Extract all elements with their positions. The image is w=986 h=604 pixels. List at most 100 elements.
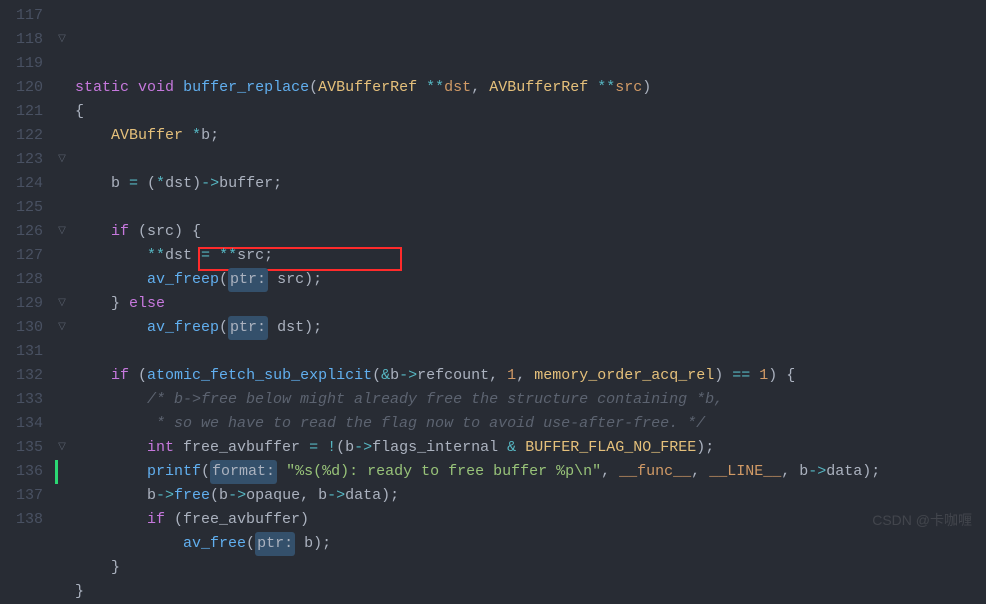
token-str: "%s(%d): ready to free buffer %p\n": [286, 460, 601, 484]
token-op: ==: [732, 364, 750, 388]
token-pun: b);: [295, 532, 331, 556]
code-line[interactable]: av_free(ptr: b);: [75, 532, 986, 556]
fold-marker[interactable]: ▽: [55, 220, 69, 244]
token-pun: ,: [601, 460, 619, 484]
code-line[interactable]: static void buffer_replace(AVBufferRef *…: [75, 76, 986, 100]
token-pun: ) {: [768, 364, 795, 388]
fold-marker[interactable]: ▽: [55, 148, 69, 172]
token-pun: [750, 364, 759, 388]
line-number: 119: [0, 52, 43, 76]
token-pun: dst);: [268, 316, 322, 340]
code-line[interactable]: /* b->free below might already free the …: [75, 388, 986, 412]
token-pun: b: [75, 172, 129, 196]
token-kw: else: [129, 292, 165, 316]
code-line[interactable]: [75, 340, 986, 364]
token-op: **: [219, 244, 237, 268]
token-pun: [75, 220, 111, 244]
fold-marker: [55, 52, 69, 76]
token-pun: b: [75, 484, 156, 508]
code-line[interactable]: **dst = **src;: [75, 244, 986, 268]
token-op: ->: [201, 172, 219, 196]
fold-marker: [55, 196, 69, 220]
fold-marker[interactable]: ▽: [55, 316, 69, 340]
token-pun: (: [309, 76, 318, 100]
token-pun: [75, 268, 147, 292]
token-pun: ,: [471, 76, 489, 100]
code-line[interactable]: [75, 148, 986, 172]
fold-marker[interactable]: ▽: [55, 436, 69, 460]
code-line[interactable]: AVBuffer *b;: [75, 124, 986, 148]
code-line[interactable]: b->free(b->opaque, b->data);: [75, 484, 986, 508]
code-line[interactable]: }: [75, 580, 986, 604]
line-number: 134: [0, 412, 43, 436]
token-cmt: /* b->free below might already free the …: [147, 388, 723, 412]
token-fn: av_free: [183, 532, 246, 556]
token-pun: dst): [165, 172, 201, 196]
fold-marker[interactable]: ▽: [55, 292, 69, 316]
token-pun: (src) {: [129, 220, 201, 244]
token-fn: av_freep: [147, 316, 219, 340]
code-editor[interactable]: 1171181191201211221231241251261271281291…: [0, 0, 986, 538]
token-pun: opaque, b: [246, 484, 327, 508]
code-area[interactable]: static void buffer_replace(AVBufferRef *…: [69, 0, 986, 538]
code-line[interactable]: if (free_avbuffer): [75, 508, 986, 532]
fold-marker: [55, 124, 69, 148]
code-line[interactable]: av_freep(ptr: dst);: [75, 316, 986, 340]
line-number: 135: [0, 436, 43, 460]
fold-marker: [55, 268, 69, 292]
code-line[interactable]: b = (*dst)->buffer;: [75, 172, 986, 196]
code-line[interactable]: }: [75, 556, 986, 580]
token-pun: (: [138, 172, 156, 196]
token-pun: );: [696, 436, 714, 460]
token-pun: [75, 316, 147, 340]
token-fn: printf: [147, 460, 201, 484]
token-op: *: [192, 124, 201, 148]
line-number: 117: [0, 4, 43, 28]
code-line[interactable]: {: [75, 100, 986, 124]
code-line[interactable]: * so we have to read the flag now to avo…: [75, 412, 986, 436]
code-line[interactable]: [75, 196, 986, 220]
line-number: 120: [0, 76, 43, 100]
line-number: 138: [0, 508, 43, 532]
token-hint2: format:: [210, 460, 277, 484]
token-pun: (b: [336, 436, 354, 460]
token-op: ->: [327, 484, 345, 508]
code-line[interactable]: av_freep(ptr: src);: [75, 268, 986, 292]
token-op: ->: [354, 436, 372, 460]
code-line[interactable]: if (src) {: [75, 220, 986, 244]
fold-marker: [55, 484, 69, 508]
code-line[interactable]: int free_avbuffer = !(b->flags_internal …: [75, 436, 986, 460]
token-pun: [75, 364, 111, 388]
token-pun: , b: [781, 460, 808, 484]
line-number: 132: [0, 364, 43, 388]
line-number: 131: [0, 340, 43, 364]
token-pun: [417, 76, 426, 100]
token-op: ->: [156, 484, 174, 508]
token-num: 1: [507, 364, 516, 388]
token-kw: int: [147, 436, 174, 460]
fold-marker[interactable]: ▽: [55, 28, 69, 52]
token-pun: (: [201, 460, 210, 484]
token-pun: [277, 460, 286, 484]
token-pun: (: [219, 268, 228, 292]
code-line[interactable]: printf(format: "%s(%d): ready to free bu…: [75, 460, 986, 484]
token-pun: flags_internal: [372, 436, 507, 460]
token-pun: {: [75, 100, 84, 124]
token-kw: if: [111, 220, 129, 244]
token-const: __LINE__: [709, 460, 781, 484]
token-fn: av_freep: [147, 268, 219, 292]
fold-marker: [55, 100, 69, 124]
token-op: =: [201, 244, 210, 268]
token-pun: [210, 244, 219, 268]
fold-marker: [55, 388, 69, 412]
code-line[interactable]: } else: [75, 292, 986, 316]
code-line[interactable]: if (atomic_fetch_sub_explicit(&b->refcou…: [75, 364, 986, 388]
token-var: memory_order_acq_rel: [534, 364, 714, 388]
token-op: !: [327, 436, 336, 460]
token-var: AVBuffer: [111, 124, 183, 148]
token-pun: }: [75, 292, 129, 316]
token-pun: dst: [165, 244, 201, 268]
token-pun: [318, 436, 327, 460]
fold-marker: [55, 508, 69, 532]
token-param: src: [615, 76, 642, 100]
